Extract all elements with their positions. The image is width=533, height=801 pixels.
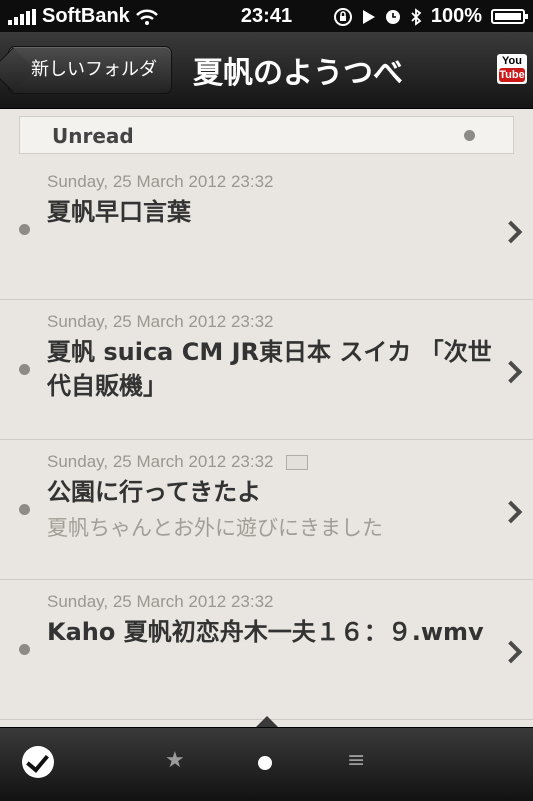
status-bar: SoftBank 23:41 100% xyxy=(0,0,533,32)
list-item[interactable]: Sunday, 25 March 2012 23:32 公園に行ってきたよ 夏帆… xyxy=(0,440,533,580)
battery-icon xyxy=(491,9,528,24)
list-item[interactable]: Sunday, 25 March 2012 23:32 夏帆早口言葉 xyxy=(0,160,533,300)
youtube-icon[interactable]: You Tube xyxy=(497,54,527,84)
item-title: 夏帆早口言葉 xyxy=(47,198,191,226)
unread-dot-icon xyxy=(19,504,30,515)
unread-filter-dot-icon[interactable] xyxy=(258,756,272,770)
unread-dot-icon xyxy=(464,130,475,141)
item-date: Sunday, 25 March 2012 23:32 xyxy=(47,592,274,611)
unread-section-header: Unread xyxy=(19,116,514,154)
youtube-icon-you: You xyxy=(502,55,522,67)
item-date: Sunday, 25 March 2012 23:32 xyxy=(47,172,274,191)
section-label: Unread xyxy=(52,124,134,148)
play-icon xyxy=(362,9,375,24)
bottom-toolbar: ★ ≡ xyxy=(0,727,533,801)
item-title: 夏帆 suica CM JR東日本 スイカ 「次世代自販機」 xyxy=(47,338,492,400)
chevron-right-icon xyxy=(499,500,523,524)
item-date: Sunday, 25 March 2012 23:32 xyxy=(47,312,274,331)
attachment-icon xyxy=(285,455,308,471)
item-summary: 夏帆ちゃんとお外に遊びにきました xyxy=(47,516,383,540)
item-title: 公園に行ってきたよ xyxy=(47,478,262,506)
back-button-label: 新しいフォルダ xyxy=(31,59,157,80)
alarm-clock-icon xyxy=(385,9,400,24)
tab-pointer xyxy=(256,716,278,727)
mark-all-read-check-icon[interactable] xyxy=(22,746,54,778)
youtube-icon-tube: Tube xyxy=(499,68,525,82)
item-date: Sunday, 25 March 2012 23:32 xyxy=(47,452,274,471)
starred-star-icon[interactable]: ★ xyxy=(165,748,185,773)
list-item[interactable]: Sunday, 25 March 2012 23:32 Kaho 夏帆初恋舟木一… xyxy=(0,580,533,720)
chevron-right-icon xyxy=(499,360,523,384)
chevron-right-icon xyxy=(499,220,523,244)
battery-percent: 100% xyxy=(430,5,482,27)
list-item[interactable]: Sunday, 25 March 2012 23:32 夏帆 suica CM … xyxy=(0,300,533,440)
bluetooth-icon xyxy=(411,7,422,26)
all-items-list-icon[interactable]: ≡ xyxy=(347,748,365,773)
unread-dot-icon xyxy=(19,364,30,375)
unread-dot-icon xyxy=(19,644,30,655)
item-title: Kaho 夏帆初恋舟木一夫１６：９.wmv xyxy=(47,618,484,646)
unread-dot-icon xyxy=(19,224,30,235)
orientation-lock-icon xyxy=(333,7,352,26)
item-date-wrap: Sunday, 25 March 2012 23:32 xyxy=(47,452,308,472)
back-button[interactable]: 新しいフォルダ xyxy=(8,46,172,94)
status-right: 100% xyxy=(333,5,528,28)
navigation-bar: 新しいフォルダ 夏帆のようつべ You Tube xyxy=(0,32,533,109)
chevron-right-icon xyxy=(499,640,523,664)
page-title: 夏帆のようつべ xyxy=(193,56,403,91)
